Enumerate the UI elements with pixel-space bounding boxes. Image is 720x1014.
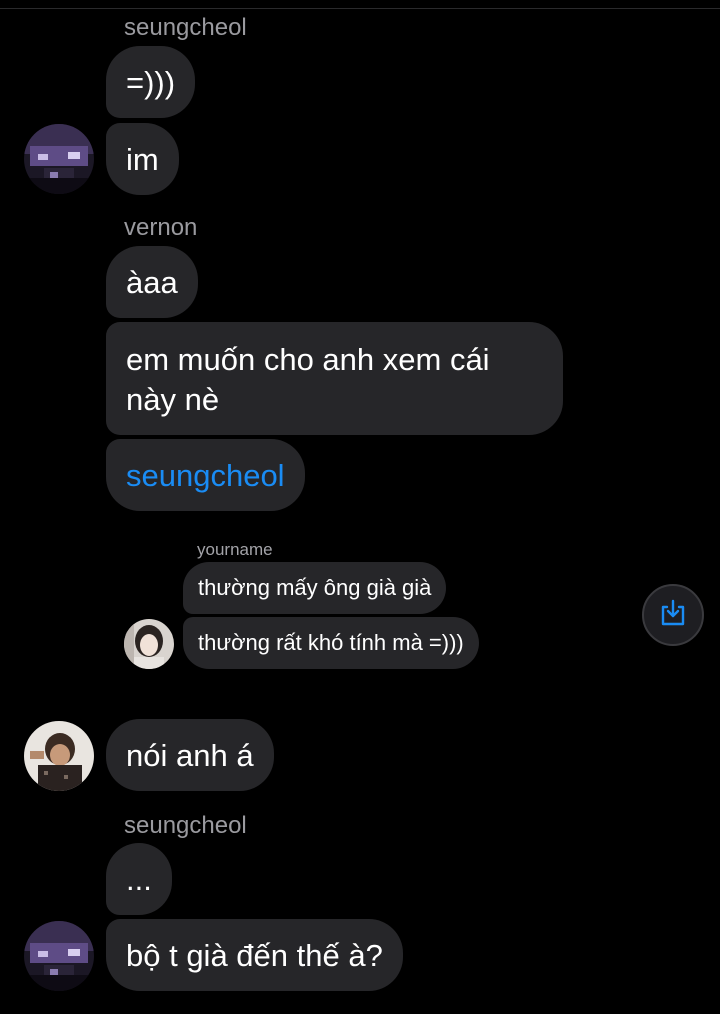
shared-post-line[interactable]: thường mấy ông già già	[183, 562, 447, 614]
sender-name: seungcheol	[124, 812, 247, 839]
share-download-icon	[658, 598, 688, 633]
shared-post-line[interactable]: thường rất khó tính mà =)))	[183, 617, 479, 669]
avatar-seungcheol[interactable]	[24, 124, 94, 194]
avatar-yourname[interactable]	[124, 619, 174, 669]
message-bubble[interactable]: em muốn cho anh xem cái này nè	[106, 322, 563, 435]
mention-link[interactable]: seungcheol	[106, 439, 305, 511]
message-bubble[interactable]: =)))	[106, 46, 196, 118]
message-bubble[interactable]: bộ t già đến thế à?	[106, 919, 403, 991]
sender-name: vernon	[124, 214, 198, 241]
share-button[interactable]	[642, 584, 704, 646]
avatar-vernon[interactable]	[24, 721, 94, 791]
top-divider	[0, 8, 720, 9]
message-bubble[interactable]: nói anh á	[106, 719, 274, 791]
message-bubble[interactable]: ...	[106, 843, 172, 915]
sender-name: seungcheol	[124, 14, 247, 41]
message-bubble[interactable]: im	[106, 123, 179, 195]
avatar-seungcheol[interactable]	[24, 921, 94, 991]
message-bubble[interactable]: àaa	[106, 246, 198, 318]
shared-post-sender: yourname	[197, 540, 273, 559]
